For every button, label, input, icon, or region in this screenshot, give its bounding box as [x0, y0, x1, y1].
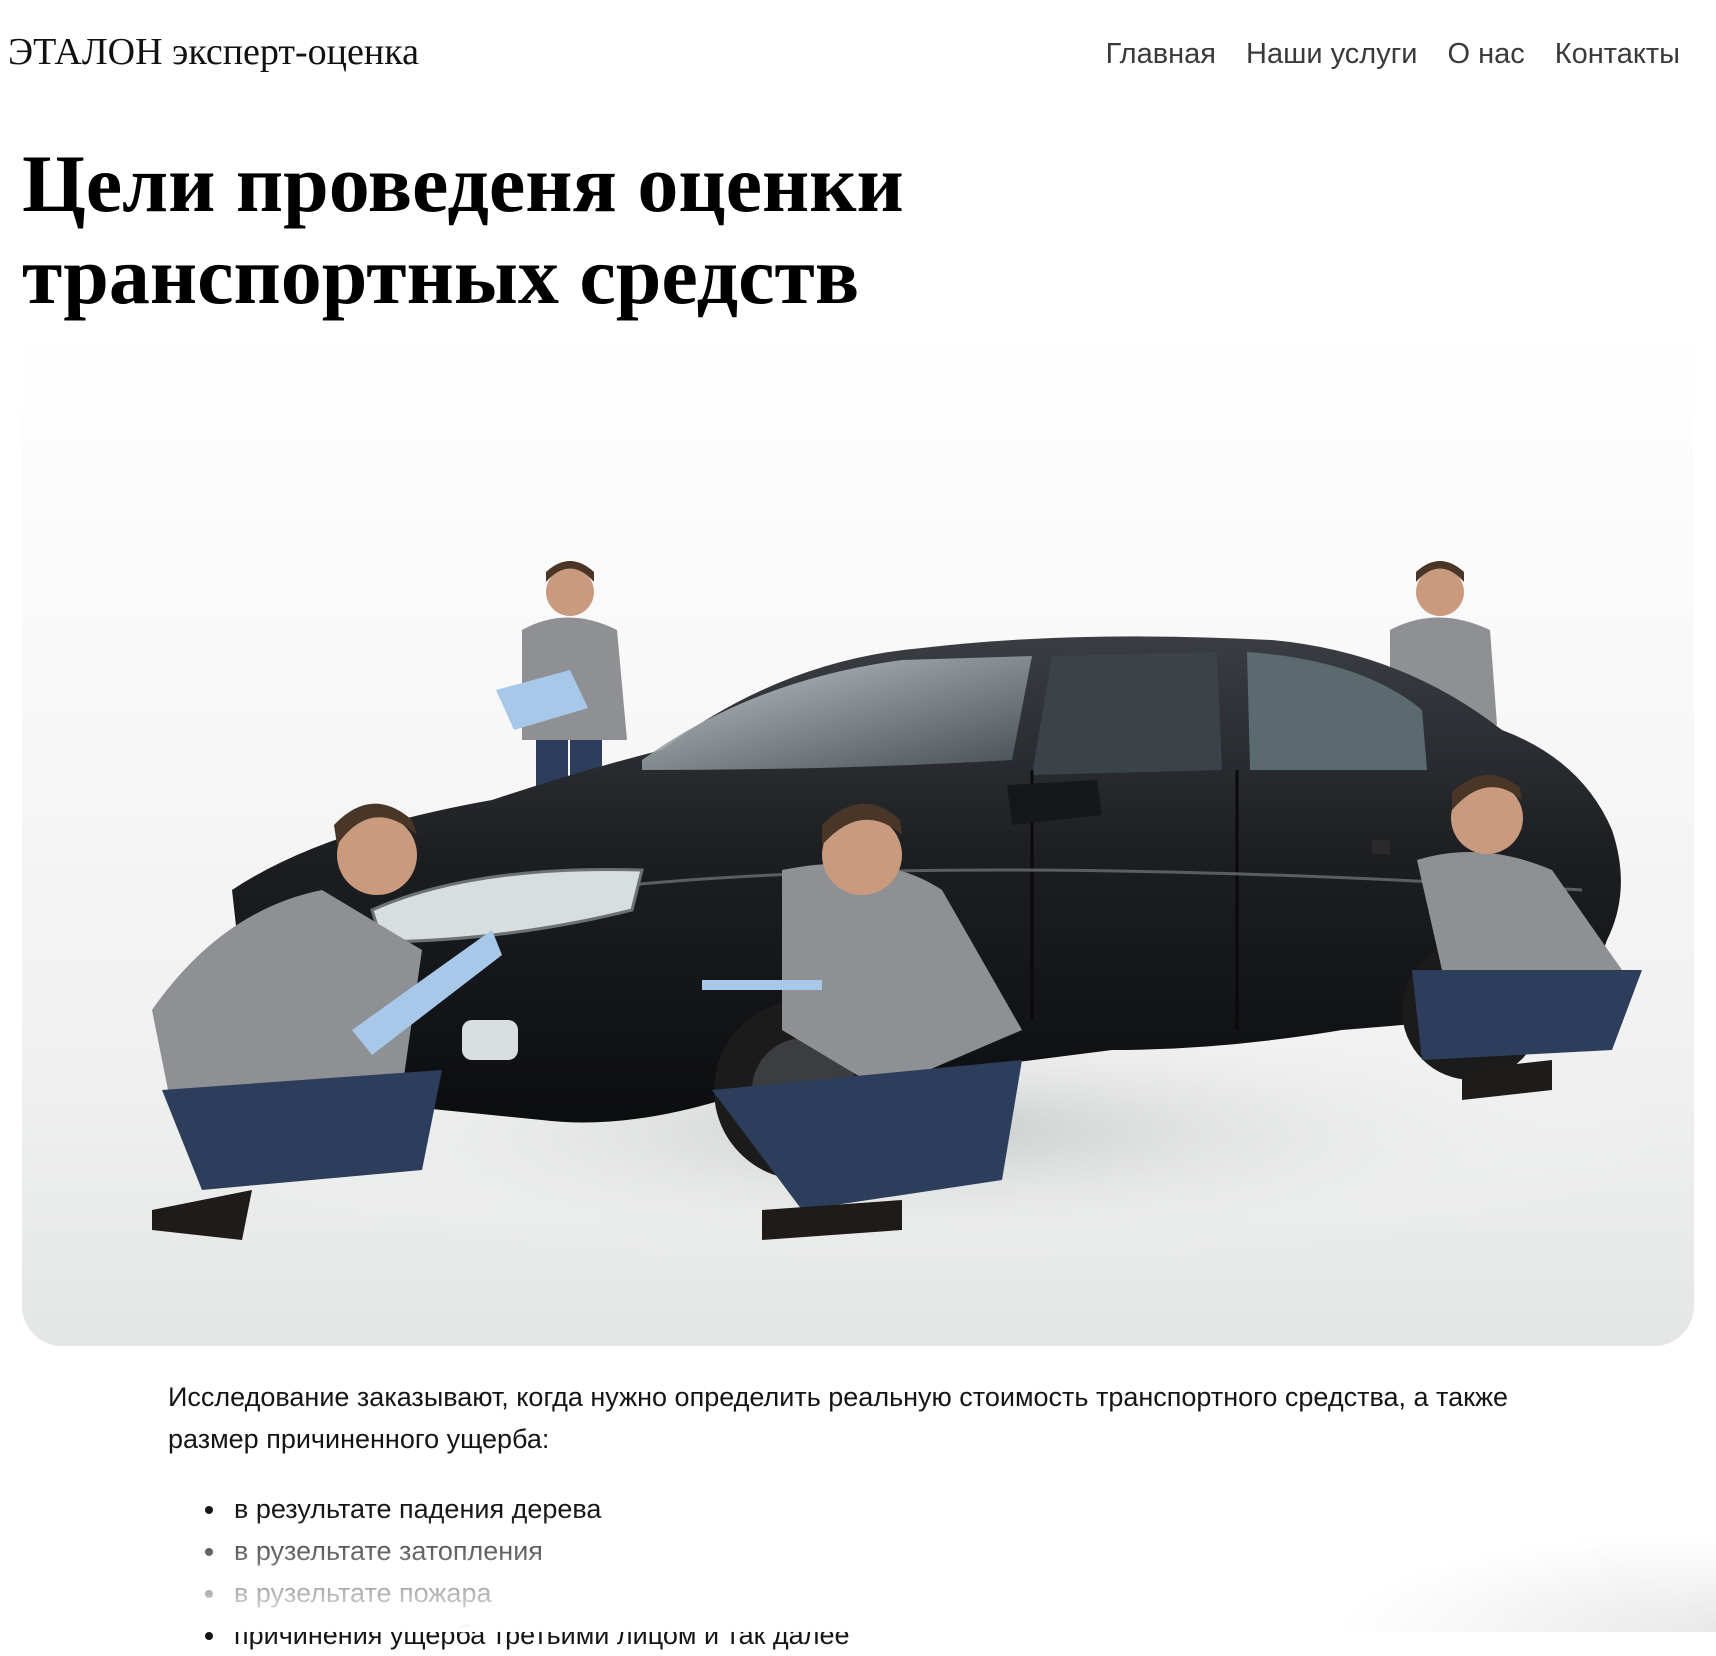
main-nav: Главная Наши услуги О нас Контакты — [1106, 38, 1680, 71]
list-item: в результате падения дерева — [228, 1488, 1588, 1530]
list-item: причинения ущерба третьими лицом и так д… — [228, 1614, 1588, 1656]
nav-item-contacts[interactable]: Контакты — [1555, 38, 1680, 71]
site-header: ЭТАЛОН эксперт-оценка Главная Наши услуг… — [0, 0, 1716, 110]
list-item: в рузельтате пожара — [228, 1572, 1588, 1614]
nav-item-home[interactable]: Главная — [1106, 38, 1216, 71]
page-title: Цели проведеня оценки транспортных средс… — [22, 138, 904, 321]
damage-cases-list: в результате падения дерева в рузельтате… — [168, 1488, 1588, 1656]
main-content: Исследование заказывают, когда нужно опр… — [168, 1376, 1588, 1656]
brand-logo-link[interactable]: ЭТАЛОН эксперт-оценка — [8, 30, 419, 74]
nav-item-about[interactable]: О нас — [1447, 38, 1524, 71]
list-item: в рузельтате затопления — [228, 1530, 1588, 1572]
car-inspection-illustration — [22, 330, 1694, 1346]
nav-item-services[interactable]: Наши услуги — [1246, 38, 1417, 71]
hero-image — [22, 330, 1694, 1346]
intro-paragraph: Исследование заказывают, когда нужно опр… — [168, 1382, 1509, 1454]
